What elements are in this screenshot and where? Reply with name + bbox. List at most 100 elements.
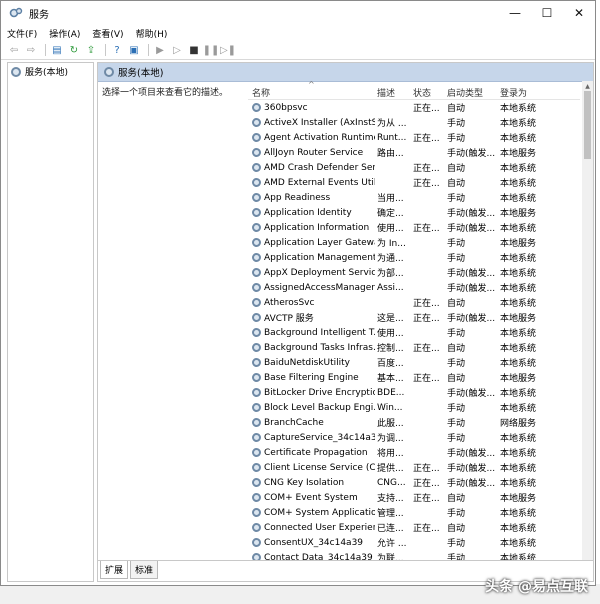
table-row[interactable]: Application Information 使用... 正在... 手动(触发..… — [248, 220, 580, 235]
vertical-scrollbar[interactable]: ▲ — [582, 81, 593, 561]
service-description: 已连... — [377, 524, 404, 534]
service-name: App Readiness — [248, 193, 375, 203]
scroll-thumb[interactable] — [584, 91, 591, 159]
gear-icon — [252, 508, 261, 517]
service-startup-type: 自动 — [447, 179, 466, 189]
start-service-icon[interactable]: ▶ — [153, 43, 167, 57]
table-row[interactable]: CaptureService_34c14a39 为调... 手动 本地系统 — [248, 430, 580, 445]
scroll-up-icon[interactable]: ▲ — [582, 81, 593, 91]
service-logon-as: 本地服务 — [500, 239, 537, 249]
table-row[interactable]: AllJoyn Router Service 路由... 手动(触发... 本地服务 — [248, 145, 580, 160]
service-logon-as: 本地服务 — [500, 149, 537, 159]
service-startup-type: 手动 — [447, 194, 466, 204]
gear-icon — [252, 118, 261, 127]
menu-view[interactable]: 查看(V) — [92, 27, 123, 40]
service-description: 管理... — [377, 509, 404, 519]
tab-standard[interactable]: 标准 — [130, 561, 159, 579]
column-header-logon[interactable]: 登录为 — [498, 86, 580, 99]
stop-icon[interactable]: ■ — [187, 43, 201, 57]
table-row[interactable]: COM+ System Application 管理... 手动 本地系统 — [248, 505, 580, 520]
table-row[interactable]: Certificate Propagation 将用... 手动(触发... 本地系统 — [248, 445, 580, 460]
back-icon[interactable]: ⇦ — [7, 43, 21, 57]
column-header-description[interactable]: 描述 — [375, 86, 411, 99]
gear-icon — [252, 478, 261, 487]
restart-icon[interactable]: ▷❚ — [220, 43, 236, 57]
export-list-icon[interactable]: ⇪ — [84, 43, 98, 57]
service-description: Runt... — [377, 132, 407, 143]
menu-file[interactable]: 文件(F) — [7, 27, 37, 40]
service-status: 正在... — [413, 494, 440, 504]
table-row[interactable]: AtherosSvc 正在... 自动 本地系统 — [248, 295, 580, 310]
table-row[interactable]: Application Management 为通... 手动 本地系统 — [248, 250, 580, 265]
table-row[interactable]: Base Filtering Engine 基本... 正在... 自动 本地服务 — [248, 370, 580, 385]
gear-icon — [252, 298, 261, 307]
table-row[interactable]: AssignedAccessManager... Assi... 手动(触发... 本… — [248, 280, 580, 295]
table-row[interactable]: Agent Activation Runtime...Runt... 正在... 手… — [248, 130, 580, 145]
gear-icon — [252, 403, 261, 412]
table-row[interactable]: AVCTP 服务 这是... 正在... 手动(触发... 本地服务 — [248, 310, 580, 325]
table-row[interactable]: CNG Key Isolation CNG... 正在... 手动(触发... 本地系统 — [248, 475, 580, 490]
service-startup-type: 自动 — [447, 299, 466, 309]
service-startup-type: 手动 — [447, 539, 466, 549]
pause-icon[interactable]: ❚❚ — [203, 43, 220, 57]
gear-icon — [252, 193, 261, 202]
table-row[interactable]: AMD External Events Utility 正在... 自动 本地系统 — [248, 175, 580, 190]
services-window: 服务 — ☐ ✕ 文件(F) 操作(A) 查看(V) 帮助(H) ⇦ ⇨ ▤ ↻… — [0, 0, 596, 586]
service-logon-as: 本地系统 — [500, 179, 537, 189]
service-startup-type: 自动 — [447, 104, 466, 114]
service-name-text: AVCTP 服务 — [264, 314, 314, 324]
table-row[interactable]: BitLocker Drive Encryptio... BDE... 手动(触发.… — [248, 385, 580, 400]
table-row[interactable]: BranchCache 此服... 手动 网络服务 — [248, 415, 580, 430]
service-startup-type: 手动 — [447, 419, 466, 429]
tab-extended[interactable]: 扩展 — [100, 561, 129, 579]
table-row[interactable]: Background Tasks Infras... 控制... 正在... 自动 本地… — [248, 340, 580, 355]
service-name: Base Filtering Engine — [248, 373, 375, 383]
table-row[interactable]: BaiduNetdiskUtility 百度... 手动 本地系统 — [248, 355, 580, 370]
close-button[interactable]: ✕ — [563, 1, 595, 25]
table-row[interactable]: Connected User Experien... 已连... 正在... 自动 本地… — [248, 520, 580, 535]
service-name-text: Base Filtering Engine — [264, 372, 359, 383]
service-name-text: CNG Key Isolation — [264, 477, 345, 488]
service-status: 正在... — [413, 299, 440, 309]
service-startup-type: 手动(触发... — [447, 389, 496, 399]
service-startup-type: 自动 — [447, 164, 466, 174]
menu-help[interactable]: 帮助(H) — [136, 27, 168, 40]
table-row[interactable]: AppX Deployment Servic... 为部... 手动(触发... 本地… — [248, 265, 580, 280]
service-name-text: BitLocker Drive Encryptio... — [264, 387, 375, 398]
console-tree: 服务(本地) — [7, 62, 94, 582]
column-header-startup[interactable]: 启动类型 — [445, 86, 498, 99]
gear-icon — [252, 313, 261, 322]
tree-item-services-local[interactable]: 服务(本地) — [8, 63, 93, 80]
help-icon[interactable]: ? — [110, 43, 124, 57]
table-row[interactable]: Application Identity 确定... 手动(触发... 本地服务 — [248, 205, 580, 220]
gear-icon — [252, 103, 261, 112]
table-row[interactable]: 360bpsvc 正在... 自动 本地系统 — [248, 100, 580, 115]
menu-action[interactable]: 操作(A) — [49, 27, 80, 40]
table-row[interactable]: App Readiness 当用... 手动 本地系统 — [248, 190, 580, 205]
table-row[interactable]: Client License Service (Cli...提供... 正在...… — [248, 460, 580, 475]
service-logon-as: 本地系统 — [500, 509, 537, 519]
refresh-icon[interactable]: ↻ — [67, 43, 81, 57]
column-header-status[interactable]: 状态 — [411, 86, 445, 99]
table-row[interactable]: Background Intelligent T... 使用... 手动 本地系统 — [248, 325, 580, 340]
service-logon-as: 本地系统 — [500, 284, 537, 294]
properties-icon[interactable]: ▣ — [127, 43, 141, 57]
play-icon[interactable]: ▷ — [170, 43, 184, 57]
service-name-text: AllJoyn Router Service — [264, 147, 364, 158]
gear-icon — [252, 523, 261, 532]
services-list[interactable]: ^ 名称 描述 状态 启动类型 登录为 360bpsvc 正在... 自动 本地系统 A… — [248, 81, 580, 561]
minimize-button[interactable]: — — [499, 1, 531, 25]
service-startup-type: 手动 — [447, 434, 466, 444]
maximize-button[interactable]: ☐ — [531, 1, 563, 25]
forward-icon[interactable]: ⇨ — [24, 43, 38, 57]
service-name-text: CaptureService_34c14a39 — [264, 432, 375, 443]
service-name-text: COM+ System Application — [264, 507, 375, 518]
table-row[interactable]: Block Level Backup Engi... Win... 手动 本地系统 — [248, 400, 580, 415]
show-console-tree-icon[interactable]: ▤ — [50, 43, 64, 57]
table-row[interactable]: ConsentUX_34c14a39 允许 ... 手动 本地系统 — [248, 535, 580, 550]
table-row[interactable]: ActiveX Installer (AxInstSV) 为从 ... 手动 本地系统 — [248, 115, 580, 130]
table-row[interactable]: AMD Crash Defender Ser... 正在... 自动 本地系统 — [248, 160, 580, 175]
table-row[interactable]: Application Layer Gatewa...为 In... 手动 本地服务 — [248, 235, 580, 250]
table-row[interactable]: COM+ Event System 支持... 正在... 自动 本地服务 — [248, 490, 580, 505]
service-description: CNG... — [377, 477, 406, 488]
